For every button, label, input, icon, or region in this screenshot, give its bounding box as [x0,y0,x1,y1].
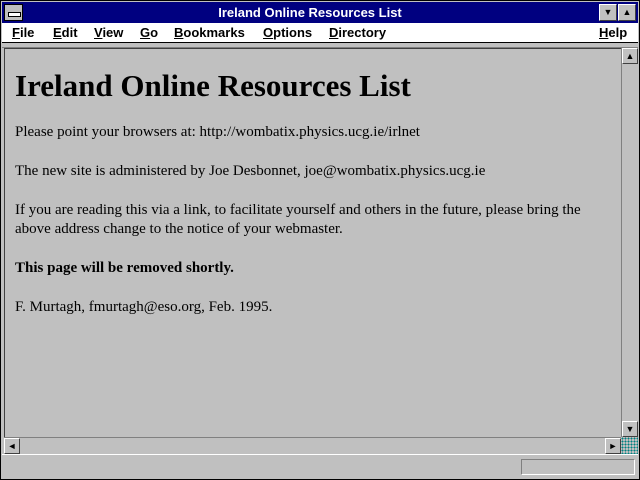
vertical-scrollbar[interactable]: ▲ ▼ [621,48,638,437]
minimize-button[interactable]: ▼ [599,4,617,21]
scroll-right-button[interactable]: ► [605,438,621,454]
signature: F. Murtagh, fmurtagh@eso.org, Feb. 1995. [15,299,273,315]
menu-go[interactable]: Go [140,24,158,42]
window-title: Ireland Online Resources List [218,5,402,20]
paragraph-administrator: The new site is administered by Joe Desb… [15,163,486,179]
menu-file[interactable]: File [12,24,34,42]
menu-directory[interactable]: Directory [329,24,386,42]
document-view[interactable]: Ireland Online Resources List Please poi… [4,48,621,437]
horizontal-scrollbar[interactable]: ◄ ► [4,437,621,454]
page-heading: Ireland Online Resources List [15,68,411,103]
paragraph-link-notice: If you are reading this via a link, to f… [15,202,581,237]
status-text [6,459,516,475]
title-bar[interactable]: Ireland Online Resources List ▼ ▲ [2,2,638,23]
menu-view[interactable]: View [94,24,123,42]
menu-bar: File Edit View Go Bookmarks Options Dire… [2,23,638,43]
paragraph-new-address: Please point your browsers at: http://wo… [15,124,420,140]
menu-help[interactable]: Help [599,24,627,42]
system-menu-icon[interactable] [4,4,23,21]
menu-options[interactable]: Options [263,24,312,42]
size-grip[interactable] [621,437,638,454]
document: Ireland Online Resources List Please poi… [5,49,621,317]
progress-indicator [521,459,635,475]
removal-notice: This page will be removed shortly. [15,260,234,276]
scroll-left-button[interactable]: ◄ [4,438,20,454]
scroll-up-button[interactable]: ▲ [622,48,638,64]
maximize-button[interactable]: ▲ [618,4,636,21]
browser-window: Ireland Online Resources List ▼ ▲ File E… [0,0,640,480]
menu-bookmarks[interactable]: Bookmarks [174,24,245,42]
status-bar [2,454,638,478]
menu-edit[interactable]: Edit [53,24,78,42]
scroll-down-button[interactable]: ▼ [622,421,638,437]
